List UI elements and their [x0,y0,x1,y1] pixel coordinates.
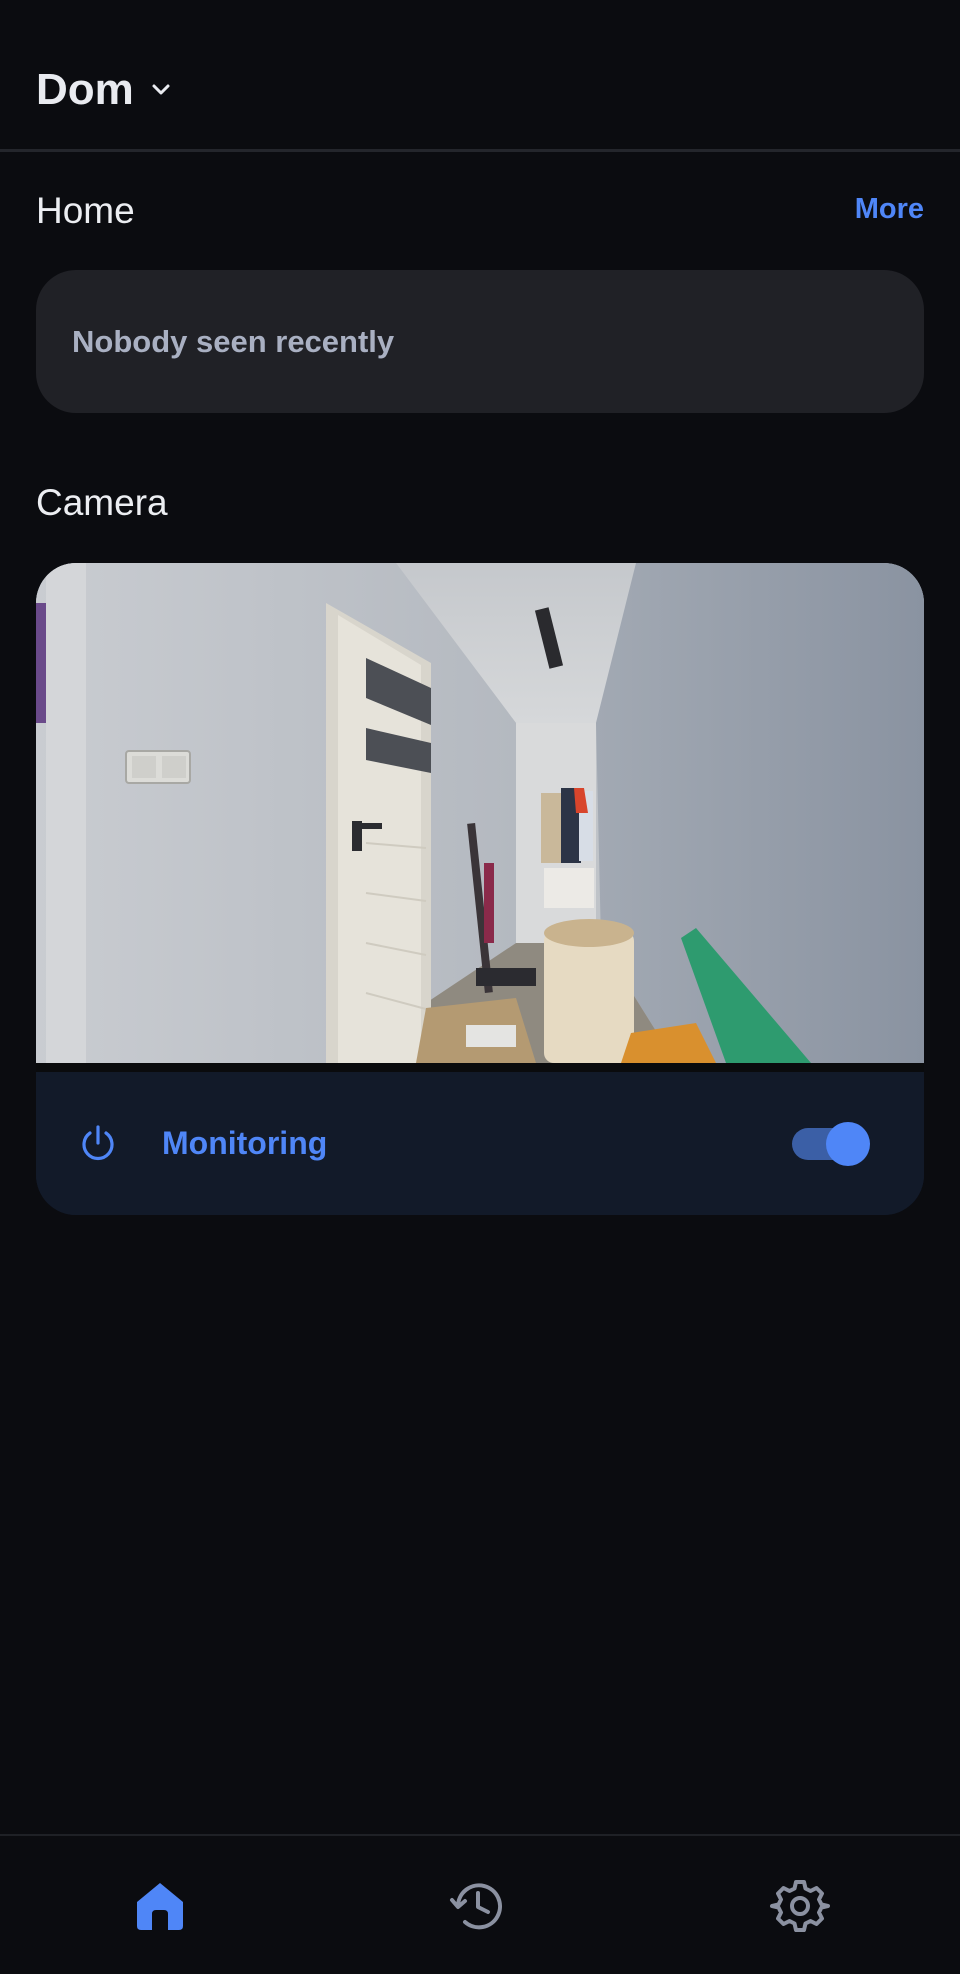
monitoring-toggle[interactable] [792,1122,870,1166]
app-header: Dom [0,0,960,152]
monitoring-bar: Monitoring [36,1072,924,1215]
chevron-down-icon [152,84,170,95]
camera-feed-image [36,563,924,1063]
home-switcher[interactable]: Dom [36,60,172,120]
home-section-title: Home [36,190,135,231]
camera-feed-divider [36,1063,924,1072]
nav-settings[interactable] [770,1876,830,1936]
camera-feed[interactable] [36,563,924,1063]
camera-card: Monitoring [36,563,924,1215]
more-link[interactable]: More [855,193,924,226]
monitoring-toggle-knob [826,1122,870,1166]
nav-home[interactable] [130,1876,190,1936]
camera-section-title: Camera [36,482,168,523]
presence-status-text: Nobody seen recently [72,323,395,359]
home-icon [137,1883,183,1930]
monitoring-label: Monitoring [162,1125,328,1161]
nav-history[interactable] [448,1876,508,1936]
bottom-navigation [0,1834,960,1974]
app-root: Dom Home More Nobody seen recently Camer… [0,0,960,1974]
home-name: Dom [36,65,134,114]
power-icon [82,1125,114,1161]
history-icon [450,1883,502,1930]
presence-status-card[interactable]: Nobody seen recently [36,270,924,413]
settings-icon [770,1880,830,1932]
